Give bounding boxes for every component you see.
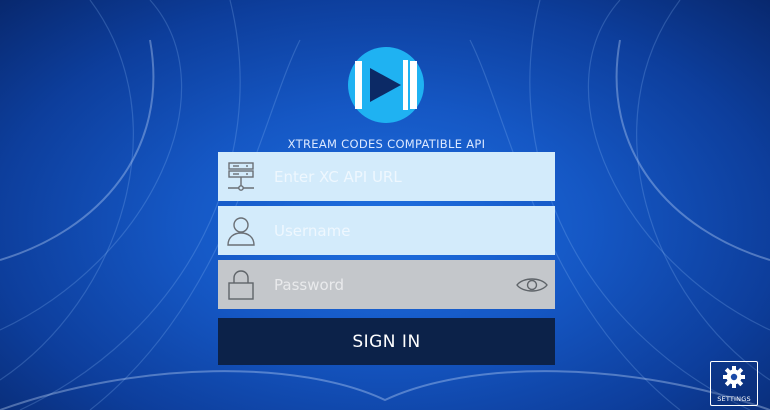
password-input[interactable]	[264, 260, 509, 309]
user-icon	[218, 206, 264, 255]
server-icon	[218, 152, 264, 201]
sign-in-button[interactable]: SIGN IN	[218, 318, 555, 365]
settings-button[interactable]: SETTINGS	[710, 361, 758, 406]
lock-icon	[218, 260, 264, 309]
url-input[interactable]	[264, 152, 555, 201]
gear-icon	[722, 365, 746, 393]
url-field[interactable]	[218, 152, 555, 201]
eye-icon[interactable]	[509, 260, 555, 309]
username-input[interactable]	[264, 206, 555, 255]
username-field[interactable]	[218, 206, 555, 255]
settings-label: SETTINGS	[717, 394, 751, 403]
password-field[interactable]	[218, 260, 555, 309]
api-subtitle: XTREAM CODES COMPATIBLE API	[287, 137, 486, 151]
app-logo	[348, 47, 424, 123]
